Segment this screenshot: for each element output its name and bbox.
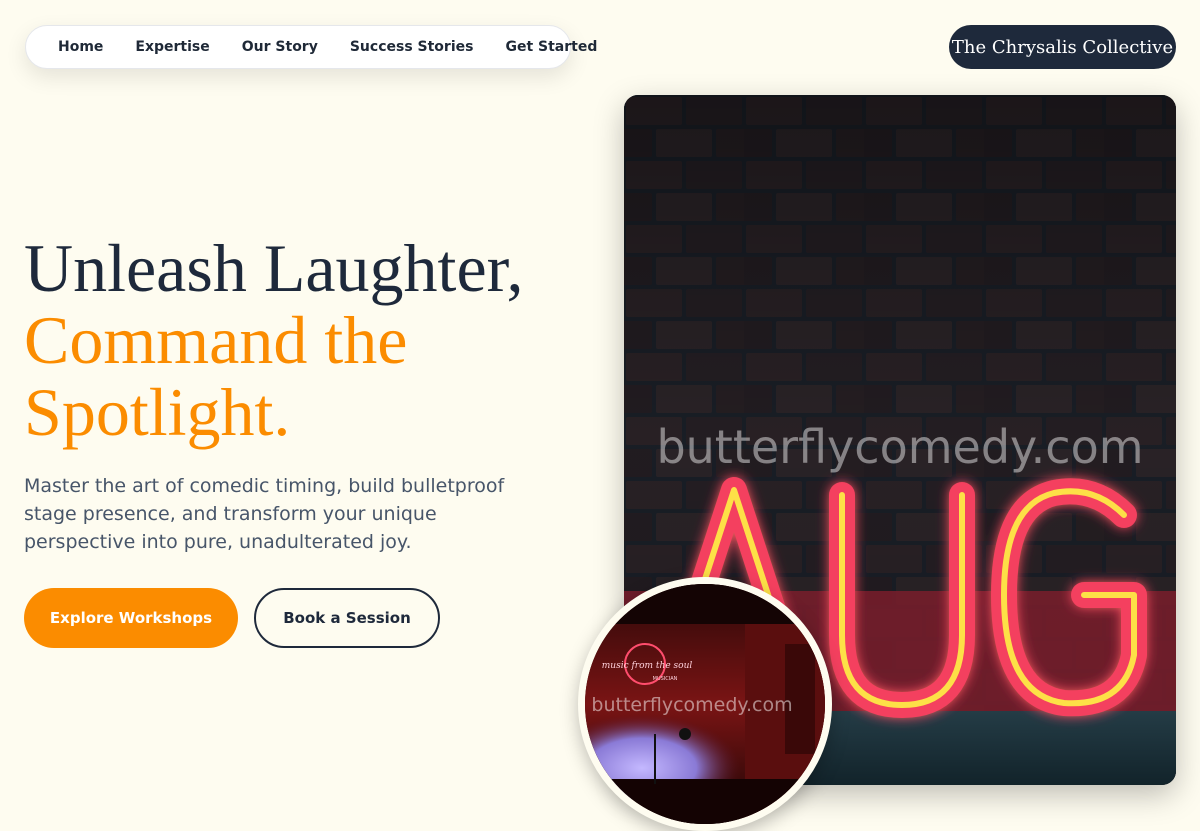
nav-item-home[interactable]: Home [58,39,103,55]
explore-workshops-button[interactable]: Explore Workshops [24,588,238,648]
circle-neon-subtext: MUSICIAN [653,676,678,682]
main-nav: Home Expertise Our Story Success Stories… [25,25,597,69]
main-watermark: butterflycomedy.com [656,420,1143,474]
stage-circle-photo: music from the soul MUSICIAN butterflyco… [578,577,832,831]
nav-item-success-stories[interactable]: Success Stories [350,39,474,55]
circle-watermark: butterflycomedy.com [591,694,792,716]
book-session-button[interactable]: Book a Session [254,588,440,648]
headline-line-2: Command the [24,302,408,378]
nav-item-expertise[interactable]: Expertise [135,39,209,55]
hero-subtitle: Master the art of comedic timing, build … [24,475,505,553]
circle-neon-text: music from the soul [602,661,693,671]
nav-item-our-story[interactable]: Our Story [242,39,318,55]
nav-item-get-started[interactable]: Get Started [505,39,597,55]
headline-line-1: Unleash Laughter, [24,230,524,306]
brand-button[interactable]: The Chrysalis Collective [949,25,1176,69]
hero-headline: Unleash Laughter, Command the Spotlight. [24,232,524,448]
headline-line-3: Spotlight. [24,374,291,450]
stage-illustration: music from the soul MUSICIAN butterflyco… [585,584,825,824]
